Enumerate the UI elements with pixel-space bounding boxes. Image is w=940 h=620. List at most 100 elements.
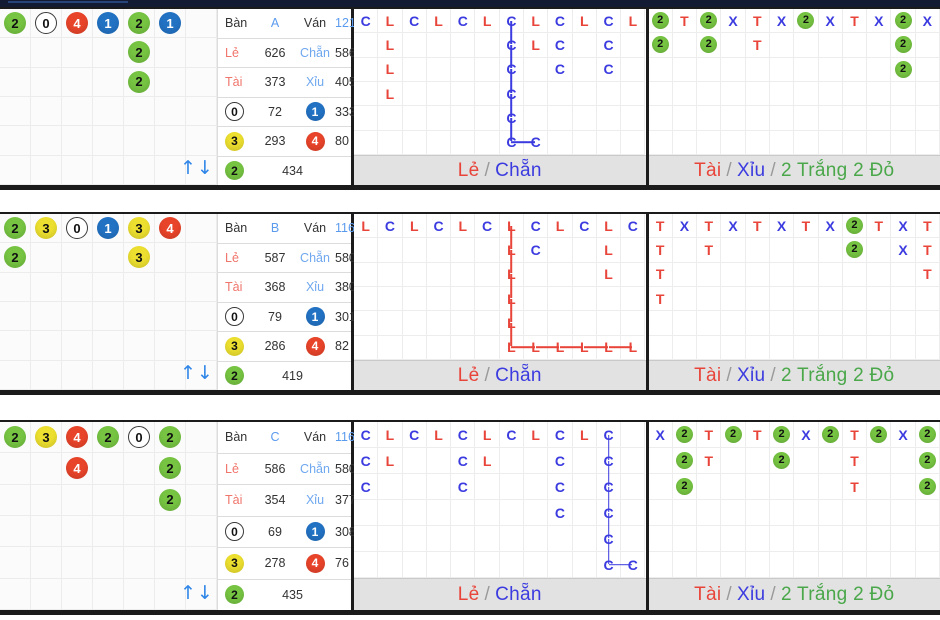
- road-cell: [745, 500, 770, 526]
- sort-arrows-icon[interactable]: ↑↓: [179, 360, 215, 386]
- marker-L: L: [507, 314, 516, 331]
- road-cell: L: [499, 214, 525, 249]
- bead-1: 1: [159, 12, 181, 35]
- road-cell: 2: [769, 422, 795, 448]
- road-cell: [915, 57, 940, 82]
- table-info-panel: Bàn A Ván 1212 Lẻ 626 Chẵn 586 Tài 373 Xỉu 405 0 72 1 3…: [218, 9, 363, 185]
- road-cell: [426, 448, 452, 474]
- road-cell: L: [426, 9, 452, 34]
- bead-cell: [124, 578, 155, 610]
- bead-cell: 2: [0, 422, 31, 454]
- footer-sep: /: [484, 364, 491, 386]
- road-cell: L: [621, 9, 646, 34]
- road-cell: T: [745, 214, 770, 239]
- bead-cell: [186, 547, 217, 579]
- footer-sep-1: /: [726, 583, 732, 605]
- bead-cell: [93, 97, 124, 127]
- road-cell: [354, 500, 379, 526]
- road-cell: 2: [915, 448, 940, 474]
- road-cell: T: [842, 422, 868, 448]
- marker-C: C: [457, 12, 468, 29]
- road-cell: 2: [818, 422, 843, 448]
- road-cell: [721, 448, 746, 474]
- road-cell: [524, 552, 549, 578]
- road-cell: [794, 448, 819, 474]
- info-row-tai-xiu: Tài 373 Xỉu 405: [218, 68, 356, 98]
- road-cell: L: [499, 335, 535, 360]
- bead-0: 0: [225, 307, 244, 327]
- road-cell: [794, 311, 819, 336]
- bead-2: 2: [4, 246, 26, 269]
- marker-C: C: [482, 217, 493, 234]
- road-cell: C: [524, 130, 549, 155]
- road-cell: 2: [721, 422, 746, 448]
- bead-cell: [186, 453, 217, 485]
- le-label: Lẻ: [225, 461, 239, 476]
- bead-cell: [0, 38, 31, 68]
- road-cell: [794, 33, 819, 58]
- road-cell: [915, 82, 940, 107]
- marker-T: T: [923, 266, 932, 283]
- marker-L: L: [604, 339, 613, 356]
- ban-value: A: [270, 16, 280, 31]
- road-cell: [842, 500, 868, 526]
- road-cell: [548, 130, 573, 155]
- road-cell: L: [475, 448, 500, 474]
- marker-C: C: [506, 109, 517, 126]
- road-cell: [572, 474, 597, 500]
- road-cell: [769, 82, 795, 107]
- marker-C: C: [360, 452, 371, 469]
- road-cell: [794, 552, 819, 578]
- road-cell: [402, 500, 427, 526]
- road-cell: C: [451, 448, 476, 474]
- road-cell: L: [572, 9, 597, 34]
- marker-2-white-2-red: 2: [797, 12, 815, 30]
- road-cell: C: [596, 474, 622, 512]
- road-cell: [402, 106, 427, 131]
- road-cell: [769, 238, 795, 263]
- road-cell: [745, 526, 770, 552]
- road-cell: [842, 33, 868, 58]
- bead-cell: [93, 331, 124, 361]
- bead-cell: [31, 38, 62, 68]
- road-cell: X: [769, 214, 795, 239]
- road-cell: [354, 262, 379, 287]
- bead-cell: [31, 97, 62, 127]
- road-cell: [572, 33, 597, 58]
- road-cell: [867, 106, 892, 131]
- road-cell: [818, 526, 843, 552]
- road-cell: [402, 33, 427, 58]
- bead-cell: 1: [155, 9, 186, 39]
- info-row-0-1: 0 72 1 333: [218, 98, 356, 127]
- bead-2: 2: [159, 488, 181, 511]
- footer-le: Lẻ: [457, 364, 480, 386]
- road-cell: [548, 238, 573, 263]
- road-cell: [721, 335, 746, 360]
- road-cell: [475, 335, 500, 360]
- road-cell: T: [697, 422, 722, 448]
- road-cell: [745, 262, 770, 287]
- sort-arrows-icon[interactable]: ↑↓: [179, 580, 215, 606]
- bead-cell: [62, 578, 93, 610]
- bead-cell: [31, 155, 62, 185]
- bead-cell: [186, 243, 217, 273]
- bead-cell: [31, 578, 62, 610]
- marker-C: C: [603, 61, 614, 78]
- marker-L: L: [555, 339, 565, 356]
- marker-C: C: [360, 12, 371, 29]
- road-cell: [524, 287, 549, 312]
- bead-cell-right: 4: [295, 553, 335, 573]
- road-cell: X: [891, 238, 916, 263]
- bead-cell: [31, 331, 62, 361]
- road-cell: [818, 287, 843, 312]
- road-grid-le-chan: CLCLCLCLCLCLLCLCCLCCCLCCCC: [354, 9, 646, 155]
- marker-L: L: [458, 217, 468, 234]
- bead-cell: [93, 302, 124, 332]
- sort-arrows-icon[interactable]: ↑↓: [179, 155, 215, 181]
- bead-cell: [155, 272, 186, 302]
- bead-cell: [93, 578, 124, 610]
- road-cell: [842, 311, 868, 336]
- marker-C: C: [457, 478, 468, 495]
- road-cell: [818, 57, 843, 82]
- road-cell: C: [451, 422, 476, 448]
